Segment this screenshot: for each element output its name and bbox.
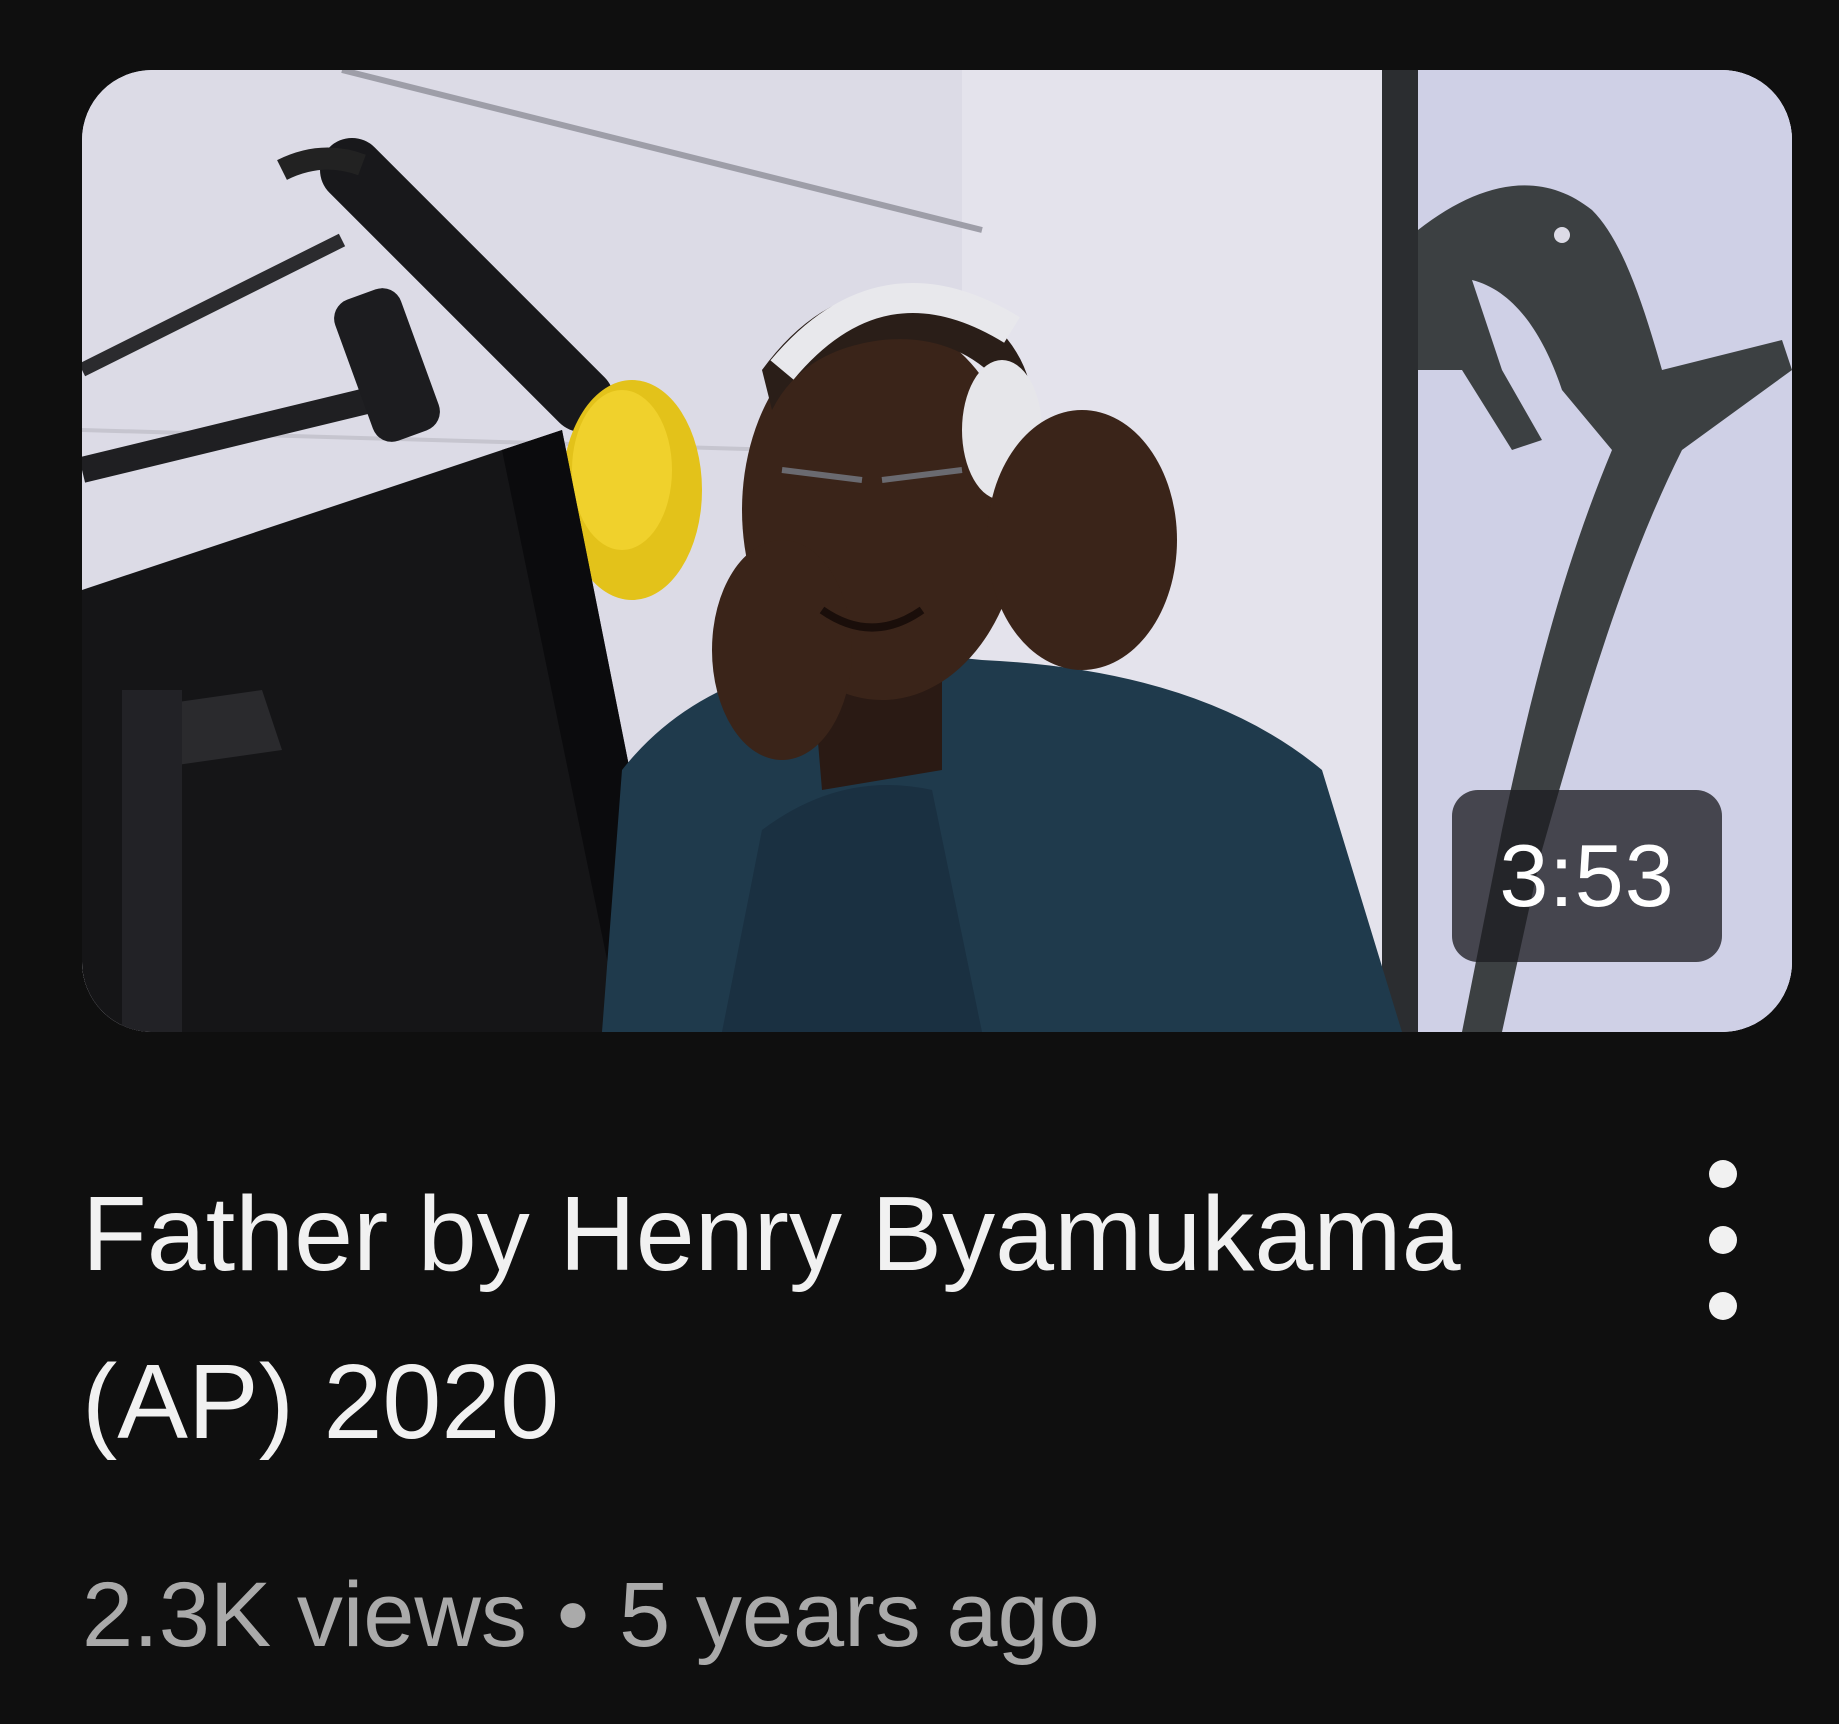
video-thumbnail[interactable]: 3:53 <box>82 70 1792 1032</box>
video-metadata: 2.3K views • 5 years ago <box>82 1555 1100 1675</box>
more-options-button[interactable] <box>1668 1160 1778 1320</box>
view-count: 2.3K views <box>82 1564 527 1666</box>
video-card[interactable]: 3:53 Father by Henry Byamukama (AP) 2020… <box>0 0 1839 1724</box>
meta-separator: • <box>556 1564 590 1666</box>
upload-age: 5 years ago <box>619 1564 1100 1666</box>
duration-badge: 3:53 <box>1452 790 1722 962</box>
video-title[interactable]: Father by Henry Byamukama (AP) 2020 <box>82 1150 1462 1486</box>
